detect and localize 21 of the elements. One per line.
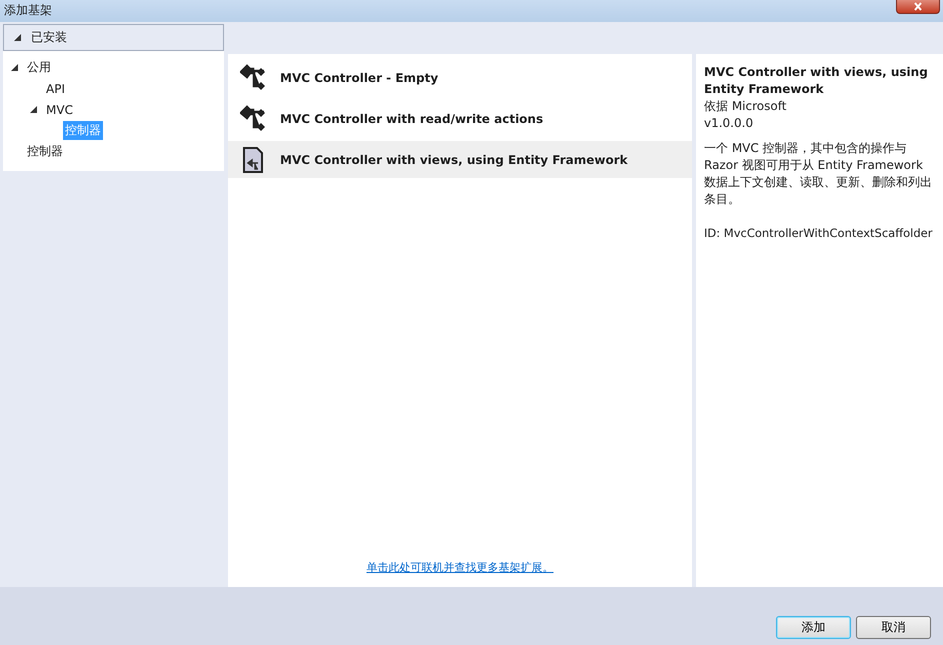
tree-item[interactable]: 控制器 [25,142,65,161]
close-button[interactable] [896,0,940,14]
tree-item[interactable]: MVC [44,102,75,118]
version-text: v1.0.0.0 [704,115,754,132]
tree-item[interactable]: API [44,80,67,96]
online-link[interactable]: 单击此处可联机并查找更多基架扩展。 [366,561,554,574]
window-title: 添加基架 [3,2,53,19]
template-item[interactable]: MVC Controller with read/write actions [228,100,692,137]
author-text: 依据 Microsoft [704,98,788,115]
id-text: ID: MvcControllerWithContextScaffolder [704,225,934,242]
details-title: MVC Controller with views, using Entity Framework [704,64,929,98]
template-item[interactable]: MVC Controller - Empty [228,59,692,96]
template-item[interactable]: MVC Controller with views, using Entity Framework [228,141,692,178]
cancel-button[interactable]: 取消 [856,616,931,639]
description-text: 一个 MVC 控制器，其中包含的操作与 Razor 视图可用于从 Entity Framework 数据上下文创建、读取、更新、删除和列出条目。 [704,140,933,208]
add-button[interactable]: 添加 [776,616,851,639]
expanded-triangle-icon[interactable] [14,34,21,41]
tree-item[interactable]: 公用 [25,58,53,77]
expanded-triangle-icon[interactable] [11,64,18,71]
installed-header[interactable]: 已安装 [3,24,224,51]
expanded-triangle-icon[interactable] [30,106,37,113]
